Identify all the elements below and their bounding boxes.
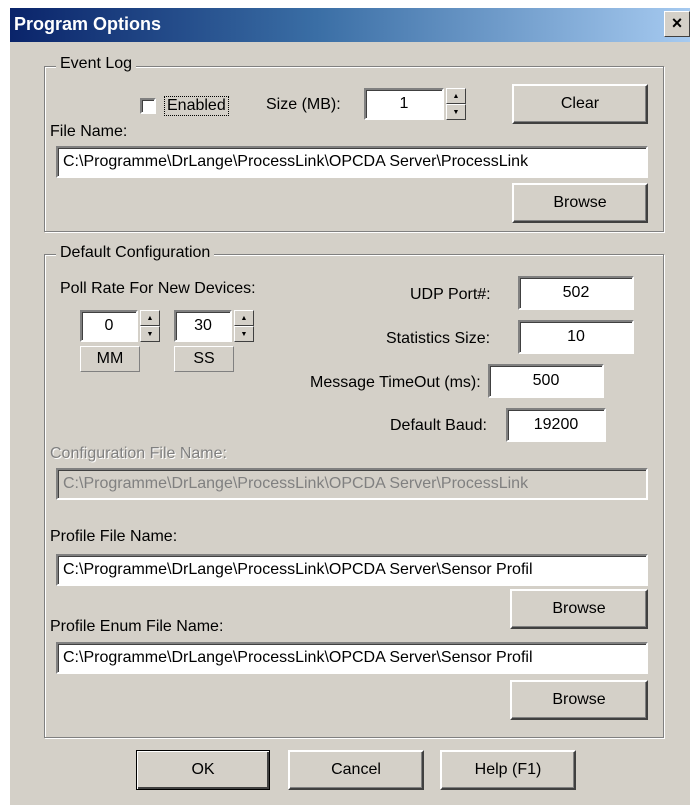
file-name-label: File Name: [50, 123, 128, 140]
mm-label: MM [80, 346, 140, 372]
poll-seconds-spinner[interactable]: ▲ ▼ [234, 310, 254, 342]
enabled-label[interactable]: Enabled [164, 96, 229, 116]
udp-port-input[interactable]: 502 [518, 276, 634, 310]
profile-file-label: Profile File Name: [50, 528, 178, 545]
spin-up-icon[interactable]: ▲ [234, 310, 254, 326]
profile-browse-button[interactable]: Browse [510, 589, 648, 629]
configuration-file-label: Configuration File Name: [50, 445, 227, 462]
spin-down-icon[interactable]: ▼ [446, 104, 466, 120]
poll-seconds-input[interactable]: 30 [174, 310, 232, 342]
default-baud-label: Default Baud: [390, 417, 487, 434]
cancel-button[interactable]: Cancel [288, 750, 424, 790]
log-browse-button[interactable]: Browse [512, 183, 648, 223]
size-spinner[interactable]: ▲ ▼ [446, 88, 466, 120]
help-button[interactable]: Help (F1) [440, 750, 576, 790]
profile-enum-file-label: Profile Enum File Name: [50, 618, 224, 635]
poll-rate-label: Poll Rate For New Devices: [60, 280, 256, 297]
default-configuration-legend: Default Configuration [56, 244, 215, 262]
udp-port-label: UDP Port#: [410, 286, 491, 303]
log-file-name-input[interactable]: C:\Programme\DrLange\ProcessLink\OPCDA S… [56, 146, 648, 178]
default-baud-input[interactable]: 19200 [506, 408, 606, 442]
ok-button[interactable]: OK [136, 750, 270, 790]
profile-file-input[interactable]: C:\Programme\DrLange\ProcessLink\OPCDA S… [56, 554, 648, 586]
size-label: Size (MB): [266, 96, 341, 113]
close-icon: × [671, 13, 683, 33]
profile-enum-browse-button[interactable]: Browse [510, 680, 648, 720]
size-input[interactable]: 1 [364, 88, 444, 120]
title-bar: Program Options [10, 8, 690, 42]
enabled-checkbox[interactable] [140, 98, 156, 114]
clear-button[interactable]: Clear [512, 84, 648, 124]
close-button[interactable]: × [664, 11, 690, 37]
poll-minutes-input[interactable]: 0 [80, 310, 138, 342]
ss-label: SS [174, 346, 234, 372]
message-timeout-input[interactable]: 500 [488, 364, 604, 398]
event-log-legend: Event Log [56, 55, 137, 73]
poll-minutes-spinner[interactable]: ▲ ▼ [140, 310, 160, 342]
window-title: Program Options [14, 14, 162, 34]
message-timeout-label: Message TimeOut (ms): [310, 374, 481, 391]
spin-up-icon[interactable]: ▲ [446, 88, 466, 104]
profile-enum-file-input[interactable]: C:\Programme\DrLange\ProcessLink\OPCDA S… [56, 642, 648, 674]
spin-down-icon[interactable]: ▼ [140, 326, 160, 342]
program-options-dialog: Program Options × Event Log Enabled Size… [10, 8, 690, 805]
spin-down-icon[interactable]: ▼ [234, 326, 254, 342]
statistics-size-label: Statistics Size: [386, 330, 491, 347]
spin-up-icon[interactable]: ▲ [140, 310, 160, 326]
configuration-file-input: C:\Programme\DrLange\ProcessLink\OPCDA S… [56, 468, 648, 500]
statistics-size-input[interactable]: 10 [518, 320, 634, 354]
